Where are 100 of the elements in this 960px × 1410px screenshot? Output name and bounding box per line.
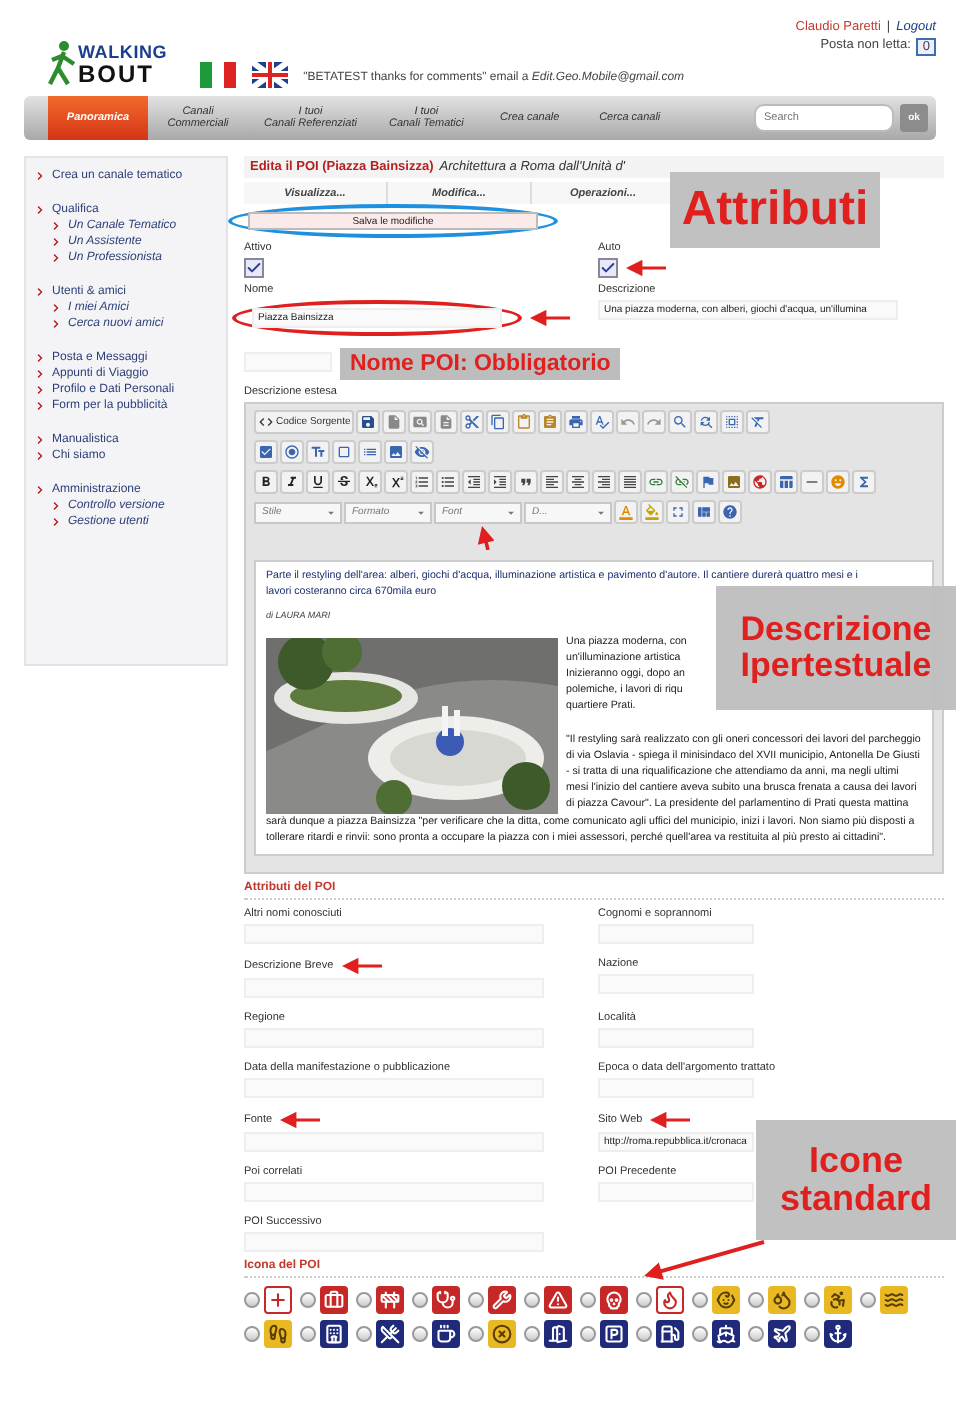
copy-button[interactable] — [486, 410, 511, 434]
poi-icon[interactable] — [544, 1286, 572, 1315]
radio-button[interactable] — [580, 1326, 596, 1343]
redo-button[interactable] — [642, 410, 667, 434]
italic-button[interactable] — [280, 470, 304, 494]
search-button[interactable] — [668, 410, 693, 434]
show-blocks-button[interactable] — [692, 500, 716, 524]
british-flag-icon[interactable] — [251, 62, 288, 88]
poi-icon[interactable] — [488, 1320, 516, 1349]
cut-button[interactable] — [460, 410, 485, 434]
bulleted-list-button[interactable] — [436, 470, 460, 494]
poi-icon[interactable] — [376, 1320, 404, 1349]
poi-icon[interactable] — [656, 1320, 684, 1349]
radio-button[interactable] — [636, 1292, 652, 1309]
form-checkbox-button[interactable] — [254, 440, 278, 464]
bold-button[interactable] — [254, 470, 278, 494]
poi-icon[interactable] — [824, 1320, 852, 1349]
radio-button[interactable] — [860, 1292, 876, 1309]
align-right-button[interactable] — [592, 470, 616, 494]
radio-button[interactable] — [356, 1326, 372, 1343]
select-list-button[interactable] — [358, 440, 382, 464]
link-button[interactable] — [644, 470, 668, 494]
paste-text-button[interactable] — [538, 410, 563, 434]
radio-button[interactable] — [524, 1326, 540, 1343]
poi-icon[interactable] — [712, 1320, 740, 1349]
radio-button[interactable] — [468, 1326, 484, 1343]
radio-button[interactable] — [748, 1292, 764, 1309]
new-page-button[interactable] — [382, 410, 407, 434]
poi-icon[interactable] — [264, 1286, 292, 1315]
radio-button[interactable] — [300, 1326, 316, 1343]
strikethrough-button[interactable] — [332, 470, 356, 494]
form-option-button[interactable] — [280, 440, 304, 464]
radio-button[interactable] — [468, 1292, 484, 1309]
paste-button[interactable] — [512, 410, 537, 434]
subscript-button[interactable] — [358, 470, 382, 494]
poi-icon[interactable] — [768, 1320, 796, 1349]
fullscreen-button[interactable] — [666, 500, 690, 524]
align-left-button[interactable] — [540, 470, 564, 494]
poi-icon[interactable] — [768, 1286, 796, 1315]
undo-button[interactable] — [616, 410, 641, 434]
poi-icon[interactable] — [600, 1320, 628, 1349]
superscript-button[interactable] — [384, 470, 408, 494]
poi-icon[interactable] — [320, 1320, 348, 1349]
radio-button[interactable] — [412, 1326, 428, 1343]
poi-icon[interactable] — [432, 1320, 460, 1349]
clear-format-button[interactable] — [746, 410, 771, 434]
poi-icon[interactable] — [320, 1286, 348, 1315]
poi-icon[interactable] — [432, 1286, 460, 1315]
poi-icon[interactable] — [600, 1286, 628, 1315]
underline-button[interactable] — [306, 470, 330, 494]
poi-icon[interactable] — [488, 1286, 516, 1315]
anchor-flag-button[interactable] — [696, 470, 720, 494]
poi-icon[interactable] — [264, 1320, 292, 1349]
radio-button[interactable] — [580, 1292, 596, 1309]
radio-button[interactable] — [692, 1292, 708, 1309]
table-button[interactable] — [774, 470, 798, 494]
poi-icon[interactable] — [824, 1286, 852, 1315]
image-button[interactable] — [722, 470, 746, 494]
poi-icon[interactable] — [656, 1286, 684, 1315]
quote-button[interactable] — [514, 470, 538, 494]
radio-button[interactable] — [356, 1292, 372, 1309]
preview-button[interactable] — [408, 410, 433, 434]
poi-icon[interactable] — [544, 1320, 572, 1349]
radio-button[interactable] — [636, 1326, 652, 1343]
align-justify-button[interactable] — [618, 470, 642, 494]
text-color-button[interactable] — [614, 500, 638, 524]
save-button[interactable] — [356, 410, 381, 434]
radio-button[interactable] — [524, 1292, 540, 1309]
radio-button[interactable] — [804, 1326, 820, 1343]
checkbox[interactable] — [244, 258, 264, 278]
textarea-button[interactable] — [332, 440, 356, 464]
text-field-button[interactable] — [306, 440, 330, 464]
select-all-button[interactable] — [720, 410, 745, 434]
special-character-button[interactable] — [852, 470, 876, 494]
numbered-list-button[interactable] — [410, 470, 434, 494]
checkbox[interactable] — [598, 258, 618, 278]
radio-button[interactable] — [804, 1292, 820, 1309]
radio-button[interactable] — [412, 1292, 428, 1309]
radio-button[interactable] — [300, 1292, 316, 1309]
poi-icon[interactable] — [376, 1286, 404, 1315]
align-center-button[interactable] — [566, 470, 590, 494]
radio-button[interactable] — [244, 1292, 260, 1309]
horizontal-rule-button[interactable] — [800, 470, 824, 494]
radio-button[interactable] — [692, 1326, 708, 1343]
input-field[interactable] — [598, 1182, 754, 1203]
print-button[interactable] — [564, 410, 589, 434]
template-button[interactable] — [434, 410, 459, 434]
hidden-field-button[interactable] — [410, 440, 434, 464]
replace-button[interactable] — [694, 410, 719, 434]
help-button[interactable] — [718, 500, 742, 524]
radio-button[interactable] — [748, 1326, 764, 1343]
indent-button[interactable] — [488, 470, 512, 494]
image-button-button[interactable] — [384, 440, 408, 464]
poi-icon[interactable] — [712, 1286, 740, 1315]
unlink-button[interactable] — [670, 470, 694, 494]
radio-button[interactable] — [244, 1326, 260, 1343]
outdent-button[interactable] — [462, 470, 486, 494]
spellcheck-button[interactable] — [590, 410, 615, 434]
poi-icon[interactable] — [880, 1286, 908, 1315]
italian-flag-icon[interactable] — [199, 62, 236, 88]
